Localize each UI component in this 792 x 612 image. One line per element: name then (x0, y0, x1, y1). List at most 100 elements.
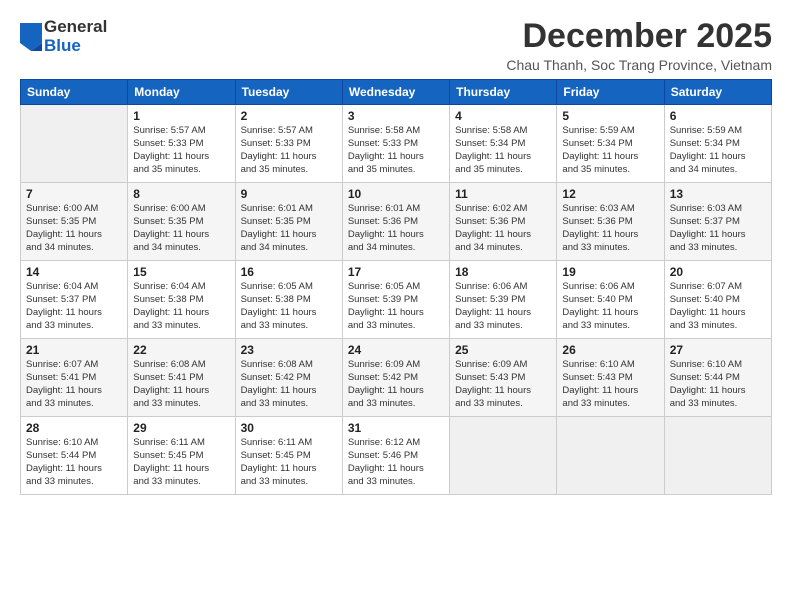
calendar-cell: 12 Sunrise: 6:03 AM Sunset: 5:36 PM Dayli… (557, 183, 664, 261)
logo-blue-text: Blue (44, 37, 107, 56)
calendar-week-3: 14 Sunrise: 6:04 AM Sunset: 5:37 PM Dayli… (21, 261, 772, 339)
calendar-cell: 8Sunrise: 6:00 AM Sunset: 5:35 PM Daylig… (128, 183, 235, 261)
day-info: Sunrise: 6:03 AM Sunset: 5:36 PM Dayligh… (562, 203, 658, 254)
day-info: Sunrise: 6:00 AM Sunset: 5:35 PM Dayligh… (26, 203, 122, 254)
calendar-cell: 9 Sunrise: 6:01 AM Sunset: 5:35 PM Daylig… (235, 183, 342, 261)
calendar-week-1: 1 Sunrise: 5:57 AM Sunset: 5:33 PM Daylig… (21, 105, 772, 183)
day-info: Sunrise: 6:05 AM Sunset: 5:39 PM Dayligh… (348, 281, 444, 332)
day-number: 15 (133, 265, 229, 279)
calendar-cell (557, 417, 664, 495)
day-info: Sunrise: 5:59 AM Sunset: 5:34 PM Dayligh… (670, 125, 766, 176)
day-info: Sunrise: 5:57 AM Sunset: 5:33 PM Dayligh… (133, 125, 229, 176)
logo-text: General Blue (44, 18, 107, 55)
day-number: 27 (670, 343, 766, 357)
logo-icon (20, 23, 42, 51)
day-info: Sunrise: 6:11 AM Sunset: 5:45 PM Dayligh… (241, 437, 337, 488)
header: General Blue December 2025 Chau Thanh, S… (20, 18, 772, 73)
day-number: 9 (241, 187, 337, 201)
calendar-cell: 7 Sunrise: 6:00 AM Sunset: 5:35 PM Daylig… (21, 183, 128, 261)
day-info: Sunrise: 6:03 AM Sunset: 5:37 PM Dayligh… (670, 203, 766, 254)
day-number: 18 (455, 265, 551, 279)
day-info: Sunrise: 6:10 AM Sunset: 5:44 PM Dayligh… (670, 359, 766, 410)
calendar-cell: 6 Sunrise: 5:59 AM Sunset: 5:34 PM Daylig… (664, 105, 771, 183)
day-number: 19 (562, 265, 658, 279)
weekday-header-thursday: Thursday (450, 80, 557, 105)
day-number: 17 (348, 265, 444, 279)
day-info: Sunrise: 6:08 AM Sunset: 5:41 PM Dayligh… (133, 359, 229, 410)
calendar-cell: 23Sunrise: 6:08 AM Sunset: 5:42 PM Dayli… (235, 339, 342, 417)
day-info: Sunrise: 5:58 AM Sunset: 5:33 PM Dayligh… (348, 125, 444, 176)
calendar-cell: 13 Sunrise: 6:03 AM Sunset: 5:37 PM Dayli… (664, 183, 771, 261)
day-number: 28 (26, 421, 122, 435)
location-subtitle: Chau Thanh, Soc Trang Province, Vietnam (506, 57, 772, 73)
day-number: 13 (670, 187, 766, 201)
day-info: Sunrise: 6:01 AM Sunset: 5:36 PM Dayligh… (348, 203, 444, 254)
day-info: Sunrise: 5:58 AM Sunset: 5:34 PM Dayligh… (455, 125, 551, 176)
day-info: Sunrise: 6:06 AM Sunset: 5:40 PM Dayligh… (562, 281, 658, 332)
day-number: 1 (133, 109, 229, 123)
day-number: 21 (26, 343, 122, 357)
day-number: 31 (348, 421, 444, 435)
calendar-cell: 27 Sunrise: 6:10 AM Sunset: 5:44 PM Dayli… (664, 339, 771, 417)
title-block: December 2025 Chau Thanh, Soc Trang Prov… (506, 18, 772, 73)
day-info: Sunrise: 6:10 AM Sunset: 5:43 PM Dayligh… (562, 359, 658, 410)
day-info: Sunrise: 6:07 AM Sunset: 5:40 PM Dayligh… (670, 281, 766, 332)
day-number: 29 (133, 421, 229, 435)
weekday-header-wednesday: Wednesday (342, 80, 449, 105)
calendar-cell: 30 Sunrise: 6:11 AM Sunset: 5:45 PM Dayli… (235, 417, 342, 495)
day-number: 20 (670, 265, 766, 279)
day-number: 11 (455, 187, 551, 201)
day-info: Sunrise: 6:00 AM Sunset: 5:35 PM Dayligh… (133, 203, 229, 254)
day-info: Sunrise: 6:09 AM Sunset: 5:42 PM Dayligh… (348, 359, 444, 410)
calendar-cell: 31 Sunrise: 6:12 AM Sunset: 5:46 PM Dayli… (342, 417, 449, 495)
day-info: Sunrise: 6:12 AM Sunset: 5:46 PM Dayligh… (348, 437, 444, 488)
weekday-header-row: SundayMondayTuesdayWednesdayThursdayFrid… (21, 80, 772, 105)
day-number: 2 (241, 109, 337, 123)
calendar-cell: 18Sunrise: 6:06 AM Sunset: 5:39 PM Dayli… (450, 261, 557, 339)
day-number: 10 (348, 187, 444, 201)
day-number: 6 (670, 109, 766, 123)
weekday-header-friday: Friday (557, 80, 664, 105)
calendar-cell: 4Sunrise: 5:58 AM Sunset: 5:34 PM Daylig… (450, 105, 557, 183)
calendar-cell: 20 Sunrise: 6:07 AM Sunset: 5:40 PM Dayli… (664, 261, 771, 339)
day-info: Sunrise: 6:05 AM Sunset: 5:38 PM Dayligh… (241, 281, 337, 332)
day-info: Sunrise: 6:07 AM Sunset: 5:41 PM Dayligh… (26, 359, 122, 410)
day-info: Sunrise: 6:11 AM Sunset: 5:45 PM Dayligh… (133, 437, 229, 488)
calendar-cell: 15 Sunrise: 6:04 AM Sunset: 5:38 PM Dayli… (128, 261, 235, 339)
day-info: Sunrise: 5:57 AM Sunset: 5:33 PM Dayligh… (241, 125, 337, 176)
day-number: 7 (26, 187, 122, 201)
calendar-cell: 29 Sunrise: 6:11 AM Sunset: 5:45 PM Dayli… (128, 417, 235, 495)
day-number: 24 (348, 343, 444, 357)
calendar-cell: 14 Sunrise: 6:04 AM Sunset: 5:37 PM Dayli… (21, 261, 128, 339)
day-info: Sunrise: 6:04 AM Sunset: 5:37 PM Dayligh… (26, 281, 122, 332)
day-number: 12 (562, 187, 658, 201)
day-info: Sunrise: 6:09 AM Sunset: 5:43 PM Dayligh… (455, 359, 551, 410)
calendar-week-4: 21 Sunrise: 6:07 AM Sunset: 5:41 PM Dayli… (21, 339, 772, 417)
day-number: 25 (455, 343, 551, 357)
calendar-cell: 22Sunrise: 6:08 AM Sunset: 5:41 PM Dayli… (128, 339, 235, 417)
calendar-cell: 2 Sunrise: 5:57 AM Sunset: 5:33 PM Daylig… (235, 105, 342, 183)
day-info: Sunrise: 6:04 AM Sunset: 5:38 PM Dayligh… (133, 281, 229, 332)
calendar-week-5: 28Sunrise: 6:10 AM Sunset: 5:44 PM Dayli… (21, 417, 772, 495)
calendar-cell: 21 Sunrise: 6:07 AM Sunset: 5:41 PM Dayli… (21, 339, 128, 417)
calendar-cell: 16 Sunrise: 6:05 AM Sunset: 5:38 PM Dayli… (235, 261, 342, 339)
day-info: Sunrise: 5:59 AM Sunset: 5:34 PM Dayligh… (562, 125, 658, 176)
calendar-cell: 17 Sunrise: 6:05 AM Sunset: 5:39 PM Dayli… (342, 261, 449, 339)
calendar-table: SundayMondayTuesdayWednesdayThursdayFrid… (20, 79, 772, 495)
calendar-cell: 26Sunrise: 6:10 AM Sunset: 5:43 PM Dayli… (557, 339, 664, 417)
weekday-header-saturday: Saturday (664, 80, 771, 105)
logo-general-text: General (44, 18, 107, 37)
day-info: Sunrise: 6:01 AM Sunset: 5:35 PM Dayligh… (241, 203, 337, 254)
calendar-cell: 24 Sunrise: 6:09 AM Sunset: 5:42 PM Dayli… (342, 339, 449, 417)
calendar-cell: 5 Sunrise: 5:59 AM Sunset: 5:34 PM Daylig… (557, 105, 664, 183)
day-number: 16 (241, 265, 337, 279)
calendar-cell (664, 417, 771, 495)
day-number: 5 (562, 109, 658, 123)
calendar-cell (21, 105, 128, 183)
weekday-header-monday: Monday (128, 80, 235, 105)
day-number: 3 (348, 109, 444, 123)
day-number: 23 (241, 343, 337, 357)
page: General Blue December 2025 Chau Thanh, S… (0, 0, 792, 612)
day-number: 30 (241, 421, 337, 435)
day-number: 14 (26, 265, 122, 279)
